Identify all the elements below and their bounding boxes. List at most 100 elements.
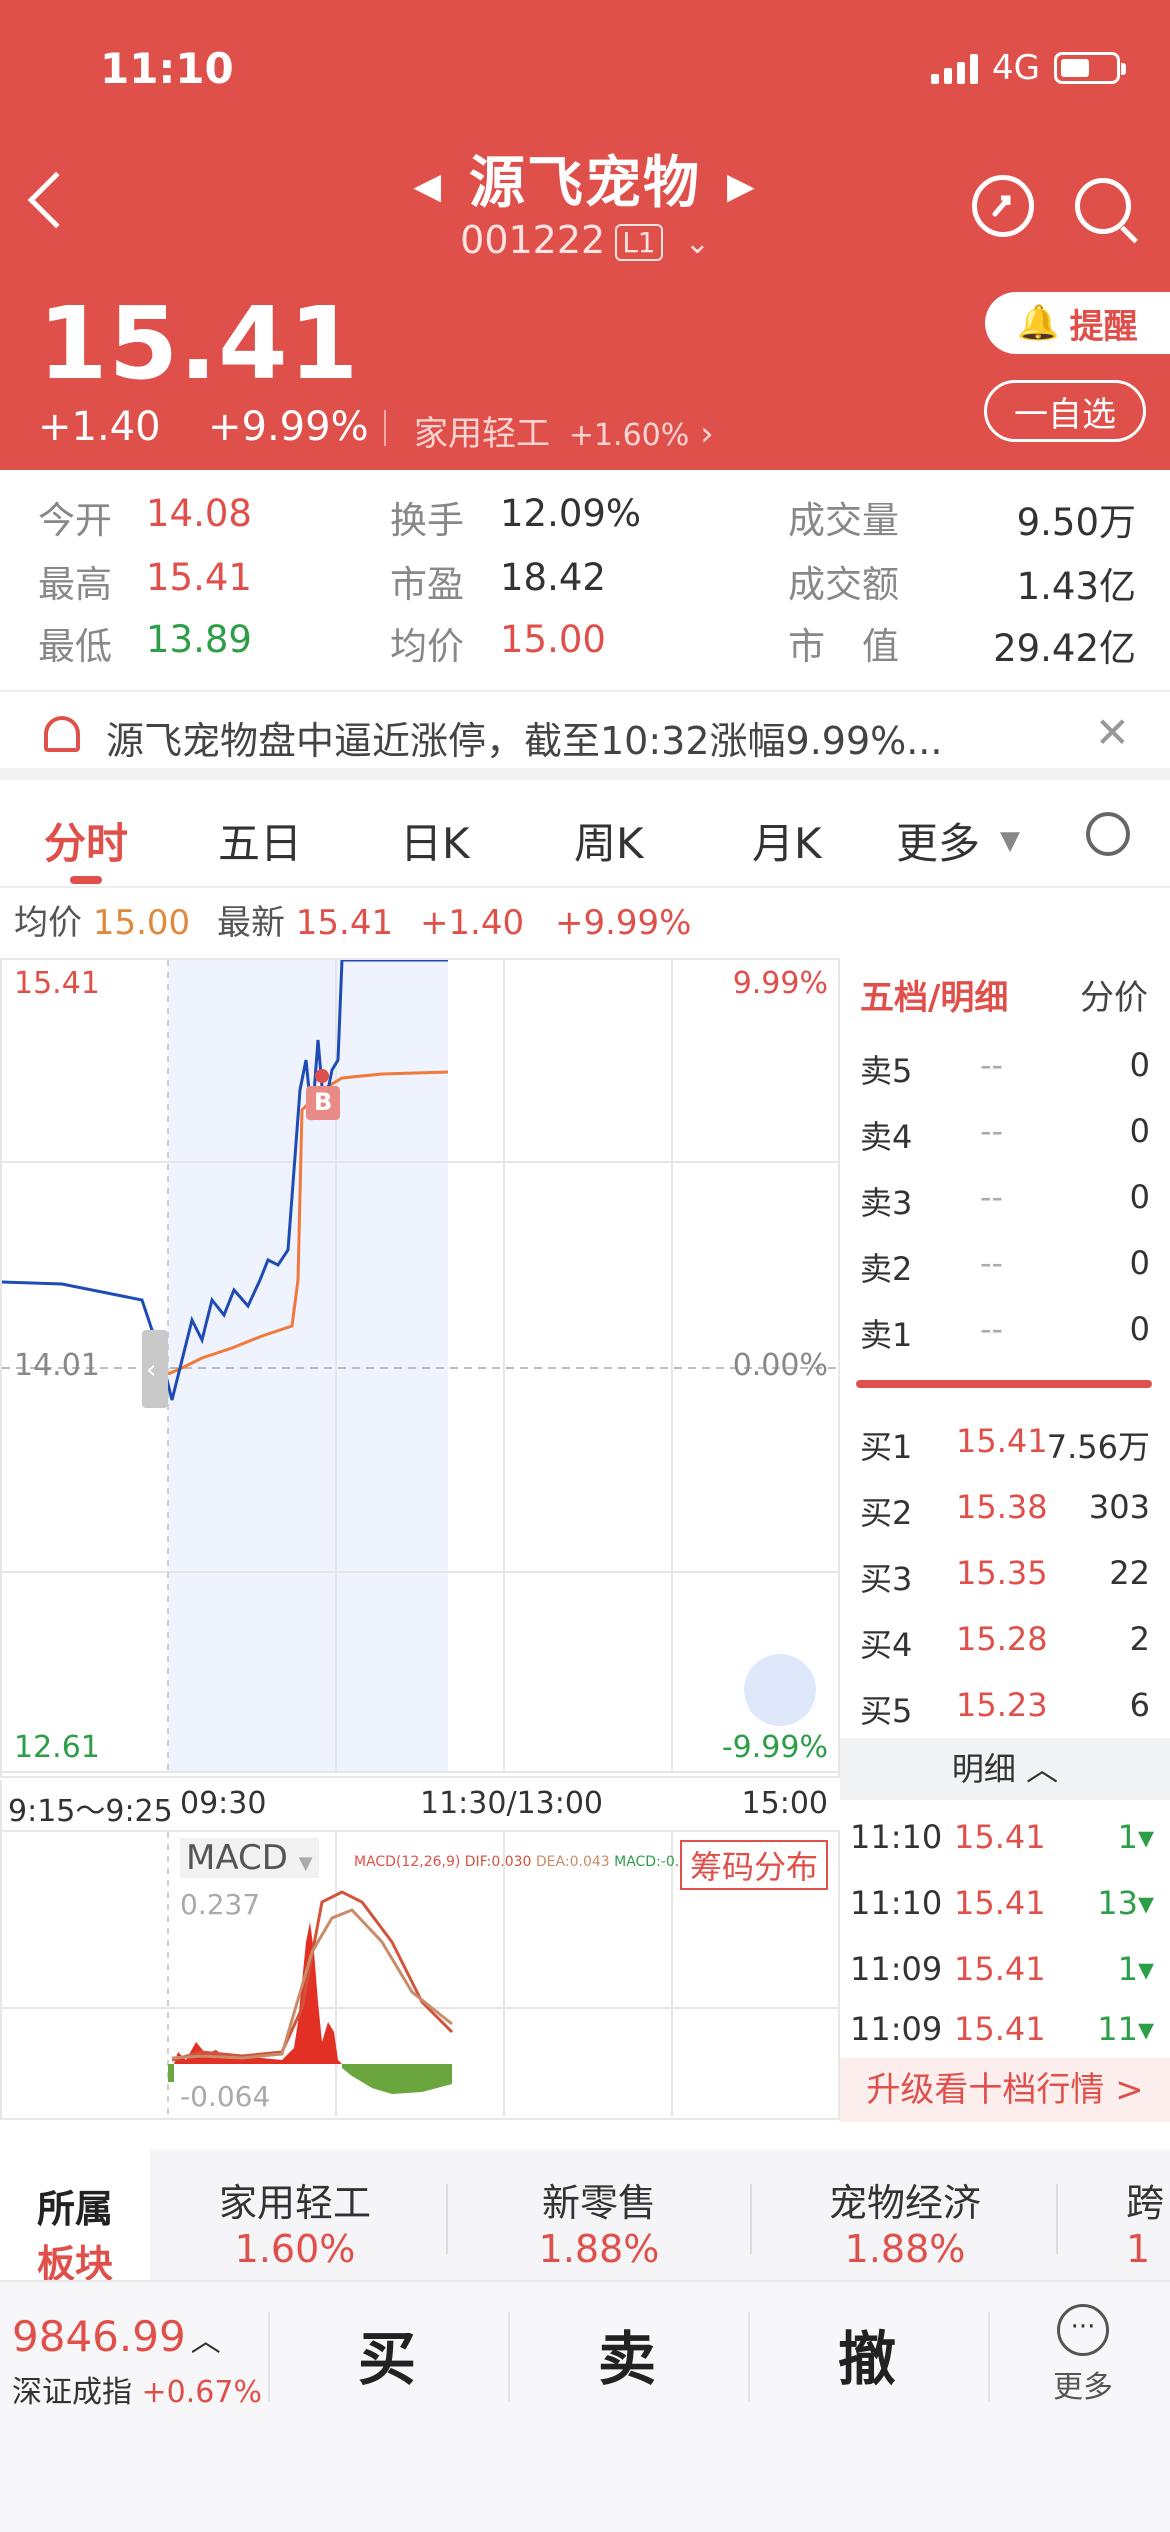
divider bbox=[384, 410, 386, 446]
more-label: 更多 bbox=[1053, 2370, 1113, 2405]
tab-weekly-k[interactable]: 周K bbox=[574, 810, 644, 871]
tab-indicator bbox=[70, 876, 102, 884]
mcap-label: 市 值 bbox=[788, 625, 899, 668]
trade-bar: 9846.99 ︿ 深证成指 +0.67% 买 卖 撤 ··· 更多 bbox=[0, 2280, 1170, 2532]
refresh-icon[interactable] bbox=[972, 175, 1034, 237]
price-change-pct: +9.99% bbox=[208, 404, 369, 450]
sector-item[interactable]: 家用轻工 1.60% bbox=[150, 2172, 440, 2271]
index-pct: +0.67% bbox=[141, 2375, 262, 2410]
trade-row: 11:10 15.41 13▾ bbox=[850, 1884, 1154, 1922]
network-type: 4G bbox=[992, 48, 1040, 88]
tab-intraday[interactable]: 分时 bbox=[44, 810, 128, 871]
index-ticker[interactable]: 9846.99 ︿ 深证成指 +0.67% bbox=[12, 2312, 262, 2411]
alarm-icon bbox=[44, 716, 80, 752]
intraday-chart[interactable]: ‹ B 15.41 14.01 12.61 9.99% 0.00% -9.99% bbox=[0, 958, 840, 1778]
ask-row: 卖5 -- 0 bbox=[860, 1046, 1150, 1090]
more-button[interactable]: ··· 更多 bbox=[1028, 2304, 1138, 2406]
sector-name: 家用轻工 bbox=[414, 414, 550, 454]
ask-row: 卖1 -- 0 bbox=[860, 1310, 1150, 1354]
macd-dea: DEA:0.043 bbox=[535, 1854, 610, 1870]
macd-selector[interactable]: MACD ▼ bbox=[180, 1838, 319, 1878]
tab-monthly-k[interactable]: 月K bbox=[752, 810, 822, 871]
price-change: +1.40 bbox=[38, 404, 161, 450]
bid-row: 买5 15.23 6 bbox=[860, 1686, 1150, 1730]
bid-row: 买1 15.41 7.56万 bbox=[860, 1422, 1150, 1466]
turnover-label: 换手 bbox=[390, 499, 464, 542]
remind-label: 提醒 bbox=[1069, 306, 1138, 347]
amount-label: 成交额 bbox=[788, 563, 899, 606]
chart-canvas: ‹ bbox=[2, 960, 838, 1773]
sector-item[interactable]: 宠物经济 1.88% bbox=[760, 2172, 1050, 2271]
chart-tabs: 分时 五日 日K 周K 月K 更多 ▼ bbox=[0, 790, 1170, 888]
upgrade-level2-link[interactable]: 升级看十档行情 > bbox=[840, 2058, 1170, 2122]
high-value: 15.41 bbox=[146, 556, 252, 599]
close-icon[interactable]: ✕ bbox=[1095, 708, 1130, 757]
remind-button[interactable]: 🔔 提醒 bbox=[985, 292, 1170, 354]
last-price: 15.41 bbox=[38, 285, 360, 402]
sector-item[interactable]: 跨1 bbox=[1126, 2172, 1170, 2271]
sector-item[interactable]: 新零售 1.88% bbox=[454, 2172, 744, 2271]
caret-down-icon: ▼ bbox=[298, 1853, 313, 1874]
orderbook-unit[interactable]: 分价 bbox=[1080, 970, 1148, 1019]
pct-top-label: 9.99% bbox=[732, 966, 828, 1001]
pe-value: 18.42 bbox=[500, 556, 606, 599]
index-value: 9846.99 bbox=[12, 2312, 186, 2361]
signal-icon bbox=[931, 52, 979, 84]
avg-label: 均价 bbox=[390, 625, 464, 668]
notice-text: 源飞宠物盘中逼近涨停，截至10:32涨幅9.99%... bbox=[106, 719, 943, 763]
pct-bottom-label: -9.99% bbox=[721, 1730, 828, 1765]
time-label: 11:30/13:00 bbox=[420, 1786, 604, 1821]
macd-label: MACD bbox=[186, 1838, 288, 1878]
buy-marker-label: B bbox=[314, 1088, 333, 1116]
low-label: 最低 bbox=[38, 625, 112, 668]
search-icon[interactable] bbox=[1075, 178, 1138, 244]
orderbook-title[interactable]: 五档/明细 bbox=[860, 970, 1008, 1019]
stock-name: 源飞宠物 bbox=[469, 151, 701, 216]
macd-dif: DIF:0.030 bbox=[464, 1854, 532, 1870]
tab-more[interactable]: 更多 bbox=[896, 810, 980, 871]
watchlist-button[interactable]: 一自选 bbox=[984, 380, 1146, 442]
sector-pct: +1.60% bbox=[568, 418, 690, 453]
caret-down-icon: ▼ bbox=[1000, 826, 1020, 856]
bid-row: 买4 15.28 2 bbox=[860, 1620, 1150, 1664]
svg-text:‹: ‹ bbox=[146, 1355, 156, 1385]
detail-toggle[interactable]: 明细 ︿ bbox=[840, 1738, 1170, 1800]
change-value: +1.40 bbox=[419, 903, 525, 943]
level-badge: L1 bbox=[615, 224, 663, 261]
buy-button[interactable]: 买 bbox=[358, 2312, 416, 2396]
mcap-value: 29.42亿 bbox=[993, 627, 1136, 670]
turnover-value: 12.09% bbox=[500, 492, 642, 535]
time-label: 9:15～9:25 bbox=[8, 1794, 173, 1829]
news-notice[interactable]: 源飞宠物盘中逼近涨停，截至10:32涨幅9.99%... ✕ bbox=[0, 690, 1170, 780]
next-stock-icon[interactable]: ▶ bbox=[727, 166, 757, 207]
volume-label: 成交量 bbox=[788, 499, 899, 542]
sector-list: 家用轻工 1.60% 新零售 1.88% 宠物经济 1.88% 跨1 bbox=[150, 2150, 1170, 2280]
intraday-summary: 均价 15.00 最新 15.41 +1.40 +9.99% bbox=[14, 895, 691, 944]
bid-ask-ratio-bar bbox=[856, 1380, 1152, 1388]
macd-params: MACD(12,26,9) DIF:0.030 DEA:0.043 MACD:-… bbox=[354, 1854, 706, 1870]
pe-label: 市盈 bbox=[390, 563, 464, 606]
status-time: 11:10 bbox=[100, 44, 234, 93]
cancel-order-button[interactable]: 撤 bbox=[838, 2312, 896, 2396]
last-label: 最新 bbox=[216, 903, 285, 943]
sell-button[interactable]: 卖 bbox=[598, 2312, 656, 2396]
prev-stock-icon[interactable]: ◀ bbox=[413, 166, 443, 207]
macd-panel[interactable]: MACD ▼ MACD(12,26,9) DIF:0.030 DEA:0.043… bbox=[0, 1832, 840, 2120]
trade-row: 11:09 15.41 1▾ bbox=[850, 1950, 1154, 1988]
macd-params-label: MACD(12,26,9) bbox=[354, 1854, 461, 1870]
settings-icon[interactable] bbox=[1086, 812, 1130, 856]
volume-value: 9.50万 bbox=[1016, 501, 1136, 544]
open-label: 今开 bbox=[38, 499, 112, 542]
tab-five-day[interactable]: 五日 bbox=[218, 810, 302, 871]
bid-row: 买3 15.35 22 bbox=[860, 1554, 1150, 1598]
tab-daily-k[interactable]: 日K bbox=[400, 810, 470, 871]
bell-icon: 🔔 bbox=[1017, 303, 1060, 343]
high-label: 最高 bbox=[38, 563, 112, 606]
sector-link[interactable]: 家用轻工 +1.60% › bbox=[414, 406, 714, 455]
fullscreen-icon[interactable] bbox=[744, 1654, 816, 1726]
more-icon: ··· bbox=[1057, 2304, 1109, 2356]
stock-code: 001222 bbox=[460, 218, 606, 262]
chevron-down-icon: ⌄ bbox=[684, 226, 710, 261]
stats-panel: 今开 14.08 最高 15.41 最低 13.89 换手 12.09% 市盈 … bbox=[0, 470, 1170, 680]
chips-distribution-button[interactable]: 筹码分布 bbox=[679, 1840, 828, 1890]
